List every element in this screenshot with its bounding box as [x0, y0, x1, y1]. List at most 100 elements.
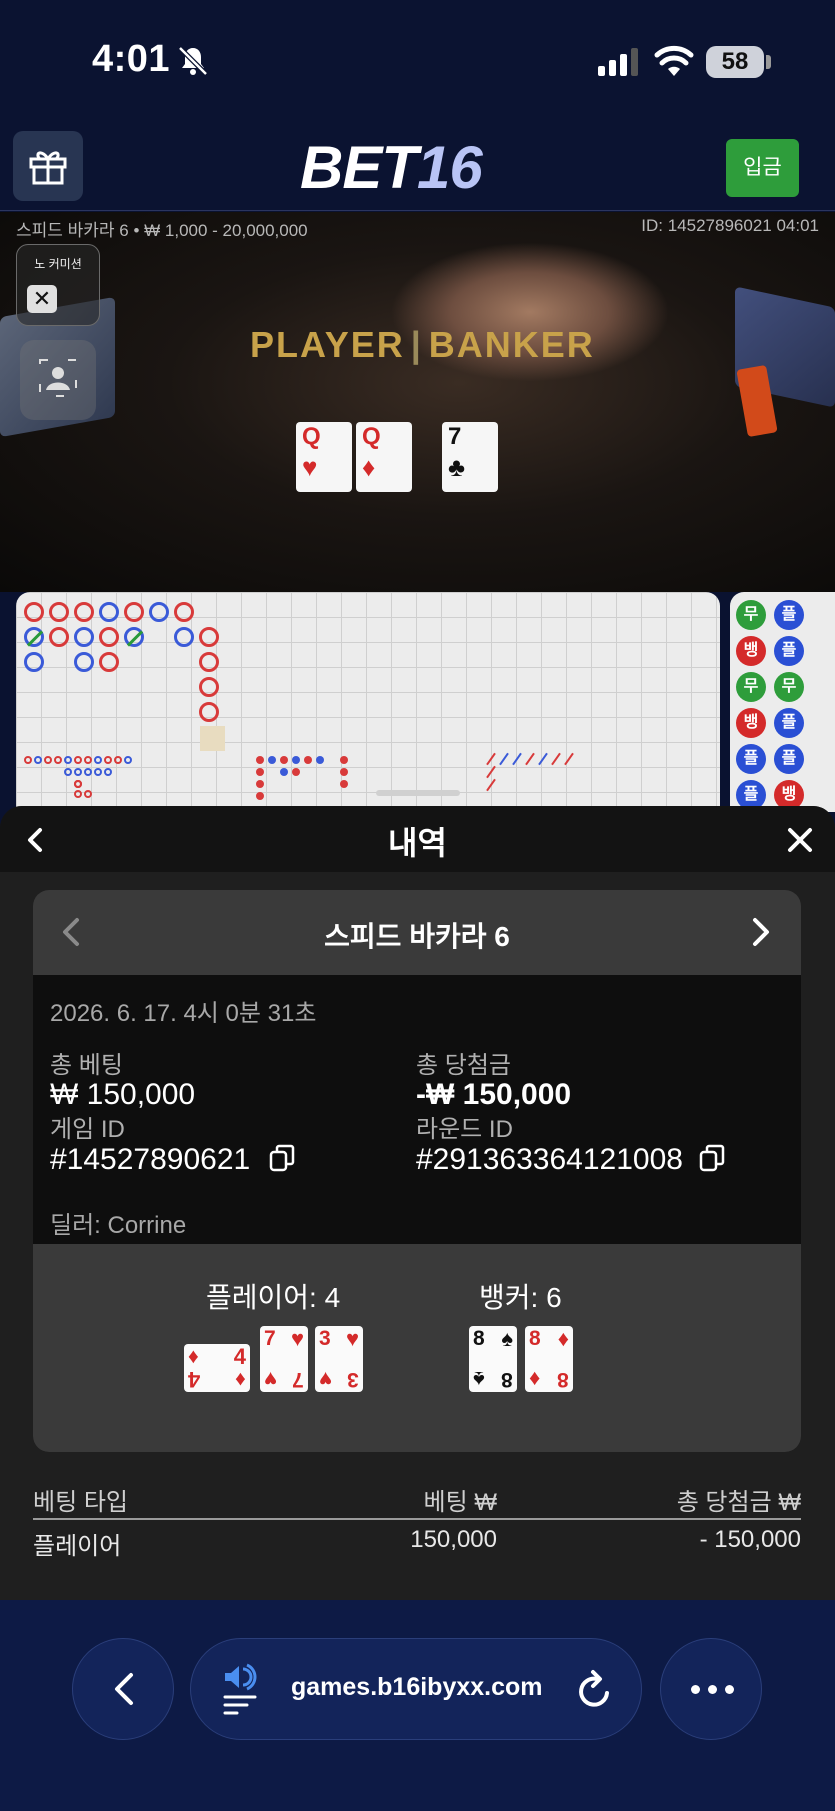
road-mark [74, 756, 82, 764]
video-card: Q ♥ [296, 422, 352, 492]
bead-road-mark: 무 [736, 672, 766, 702]
bead-road-mark: 플 [774, 600, 804, 630]
road-mark [256, 768, 264, 776]
total-win-value: -₩ 150,000 [416, 1078, 572, 1111]
road-mark [199, 627, 219, 647]
address-bar[interactable]: games.b16ibyxx.com [190, 1638, 642, 1740]
road-mark [525, 752, 535, 766]
bead-road-scoreboard[interactable]: 무뱅무뱅플플플플무플플뱅 [730, 592, 835, 812]
road-mark [486, 765, 496, 779]
road-mark [54, 756, 62, 764]
road-mark [84, 756, 92, 764]
bet-type-header: 베팅 타입 [33, 1489, 128, 1516]
bead-road-mark: 플 [736, 744, 766, 774]
bead-road-mark: 플 [774, 744, 804, 774]
game-navigator: 스피드 바카라 6 [33, 890, 801, 975]
road-mark [99, 627, 119, 647]
cellular-signal-icon [598, 48, 638, 76]
table-info: 스피드 바카라 6 • ₩ 1,000 - 20,000,000 [16, 221, 308, 240]
round-id-label: 라운드 ID [416, 1116, 513, 1143]
road-mark [199, 677, 219, 697]
more-dot [708, 1685, 717, 1694]
deposit-button[interactable]: 입금 [726, 139, 799, 197]
copy-icon[interactable] [699, 1144, 725, 1172]
silent-bell-icon [178, 46, 208, 76]
history-sheet: 내역 스피드 바카라 6 2026. 6. 17. 4시 0분 31초 총 베팅… [0, 806, 835, 1600]
road-mark [292, 756, 300, 764]
road-mark [74, 602, 94, 622]
big-road-scoreboard[interactable] [16, 592, 720, 812]
browser-back-button[interactable] [72, 1638, 174, 1740]
battery-indicator: 58 [706, 46, 764, 78]
bead-road-mark: 플 [774, 636, 804, 666]
round-id-value: #29136336412100​8 [416, 1143, 683, 1176]
road-mark [124, 627, 144, 647]
road-mark [174, 627, 194, 647]
road-mark [34, 756, 42, 764]
road-mark [84, 790, 92, 798]
status-bar: 4:01 58 [0, 0, 835, 125]
road-mark [64, 756, 72, 764]
road-mark [538, 752, 548, 766]
road-mark [499, 752, 509, 766]
road-mark [199, 702, 219, 722]
gift-button[interactable] [13, 131, 83, 201]
game-id-label: 게임 ID [50, 1116, 125, 1143]
bead-road-mark: 뱅 [736, 636, 766, 666]
road-mark [304, 756, 312, 764]
road-mark [340, 756, 348, 764]
more-options-button[interactable] [660, 1638, 762, 1740]
camera-button[interactable] [20, 340, 96, 420]
road-mark [280, 768, 288, 776]
sheet-drag-handle[interactable] [376, 790, 460, 796]
road-mark [564, 752, 574, 766]
road-mark [74, 780, 82, 788]
game-id-value: #14527890621 [50, 1143, 251, 1176]
road-mark [94, 756, 102, 764]
road-mark [124, 602, 144, 622]
close-icon[interactable]: ✕ [27, 285, 57, 313]
audio-speaker-icon [223, 1663, 257, 1715]
road-mark [104, 768, 112, 776]
reload-icon[interactable] [575, 1669, 615, 1711]
road-mark [24, 652, 44, 672]
game-name: 스피드 바카라 6 [324, 921, 510, 952]
next-chevron-icon[interactable] [741, 914, 777, 950]
bet-type-cell: 플레이어 [33, 1533, 122, 1560]
bet16-logo: BET16 [300, 134, 483, 201]
battery-tip [766, 55, 771, 69]
more-dot [725, 1685, 734, 1694]
bet-table-header: 베팅 타입 베팅 ₩ 총 당첨금 ₩ [33, 1478, 801, 1520]
road-mark [74, 652, 94, 672]
bead-road-mark: 무 [774, 672, 804, 702]
road-mark [24, 756, 32, 764]
road-mark [340, 768, 348, 776]
round-id-info: ID: 14527896021 04:01 [641, 216, 819, 235]
road-mark [24, 627, 44, 647]
road-mark [84, 768, 92, 776]
no-commission-toggle[interactable]: 노 커미션 ✕ [16, 244, 100, 326]
road-mark [94, 768, 102, 776]
bet-amount-header: 베팅 ₩ [423, 1489, 497, 1516]
road-mark [512, 752, 522, 766]
road-mark [280, 756, 288, 764]
bead-road-mark: 플 [774, 708, 804, 738]
bead-road-mark: 뱅 [736, 708, 766, 738]
road-mark [268, 756, 276, 764]
more-dot [691, 1685, 700, 1694]
road-mark [199, 652, 219, 672]
total-win-label: 총 당첨금 [416, 1052, 511, 1079]
table-layout-text: PLAYER | BANKER [250, 324, 595, 365]
live-video: 스피드 바카라 6 • ₩ 1,000 - 20,000,000 ID: 145… [0, 212, 835, 592]
bead-road-mark: 무 [736, 600, 766, 630]
road-mark [292, 768, 300, 776]
round-summary: 2026. 6. 17. 4시 0분 31초 총 베팅 ₩ 150,000 총 … [33, 975, 801, 1244]
clock: 4:01 [92, 38, 171, 80]
gift-icon [29, 151, 67, 185]
road-mark [114, 756, 122, 764]
copy-icon[interactable] [269, 1144, 295, 1172]
road-mark [486, 752, 496, 766]
road-mark [74, 790, 82, 798]
total-bet-label: 총 베팅 [50, 1052, 123, 1079]
close-icon[interactable] [782, 822, 818, 858]
